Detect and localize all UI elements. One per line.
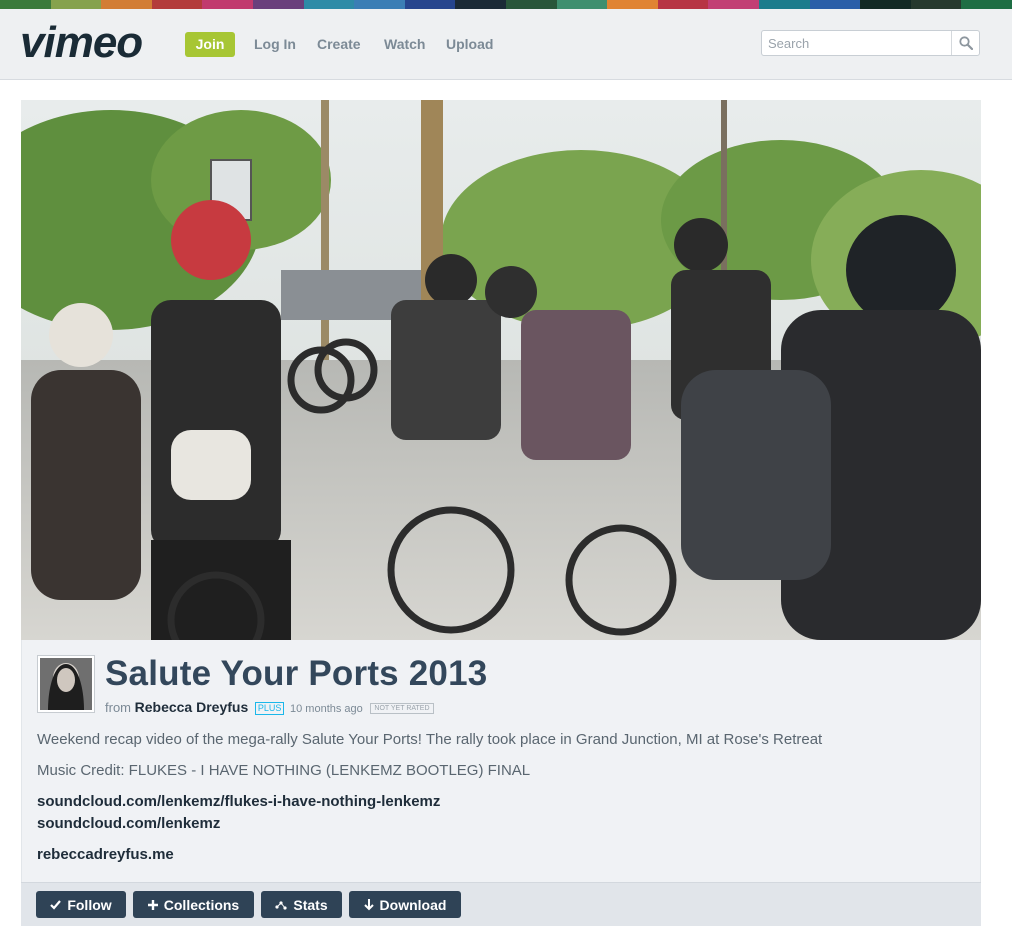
video-player[interactable] <box>21 100 981 640</box>
stripe-segment <box>404 0 456 9</box>
search-input[interactable] <box>762 31 964 55</box>
collections-label: Collections <box>163 896 240 913</box>
time-ago: 10 months ago <box>290 703 363 715</box>
stripe-segment <box>860 0 911 9</box>
link-soundcloud-profile[interactable]: soundcloud.com/lenkemz <box>37 815 220 832</box>
stripe-segment <box>252 0 304 9</box>
video-info-panel: Salute Your Ports 2013 from Rebecca Drey… <box>21 640 981 882</box>
search-icon <box>958 36 973 50</box>
follow-button[interactable]: Follow <box>36 891 126 918</box>
author-avatar-image <box>40 658 92 710</box>
byline: from Rebecca Dreyfus PLUS 10 months ago … <box>105 699 434 715</box>
download-button[interactable]: Download <box>349 891 461 918</box>
stats-label: Stats <box>293 896 328 913</box>
check-icon <box>50 899 62 910</box>
stripe-segment <box>50 0 102 9</box>
download-label: Download <box>379 896 447 913</box>
svg-text:vimeo: vimeo <box>20 19 142 67</box>
video-description: Weekend recap video of the mega-rally Sa… <box>37 731 823 748</box>
stats-button[interactable]: Stats <box>261 891 342 918</box>
nav-watch[interactable]: Watch <box>384 32 425 57</box>
stripe-segment <box>354 0 405 9</box>
rating-badge[interactable]: NOT YET RATED <box>370 703 434 714</box>
search-button[interactable] <box>951 31 979 55</box>
video-title: Salute Your Ports 2013 <box>105 654 488 693</box>
follow-label: Follow <box>67 896 112 913</box>
stripe-segment <box>0 0 51 9</box>
nav-log-in[interactable]: Log In <box>254 32 296 57</box>
stripe-segment <box>657 0 709 9</box>
plus-icon <box>147 899 158 910</box>
color-stripe <box>0 0 1012 9</box>
download-icon <box>363 898 374 911</box>
stripe-segment <box>556 0 608 9</box>
link-soundcloud-track[interactable]: soundcloud.com/lenkemz/flukes-i-have-not… <box>37 793 440 810</box>
stripe-segment <box>455 0 506 9</box>
nav-upload[interactable]: Upload <box>446 32 493 57</box>
search-box <box>761 30 980 56</box>
nav-create[interactable]: Create <box>317 32 361 57</box>
join-button[interactable]: Join <box>185 32 235 57</box>
stripe-segment <box>809 0 861 9</box>
stripe-segment <box>303 0 355 9</box>
music-credit: Music Credit: FLUKES - I HAVE NOTHING (L… <box>37 762 531 779</box>
stripe-segment <box>607 0 658 9</box>
avatar[interactable] <box>37 655 95 713</box>
from-label: from <box>105 700 131 715</box>
plus-badge[interactable]: PLUS <box>254 702 285 715</box>
stats-icon <box>275 900 287 910</box>
video-thumbnail <box>21 100 981 640</box>
author-link[interactable]: Rebecca Dreyfus <box>135 699 249 715</box>
stripe-segment <box>505 0 557 9</box>
stripe-segment <box>758 0 810 9</box>
action-bar: Follow Collections Stats Download <box>21 882 981 926</box>
link-website[interactable]: rebeccadreyfus.me <box>37 846 174 863</box>
collections-button[interactable]: Collections <box>133 891 254 918</box>
stripe-segment <box>101 0 152 9</box>
stripe-segment <box>202 0 253 9</box>
stripe-segment <box>708 0 759 9</box>
vimeo-logo[interactable]: vimeo <box>20 19 162 69</box>
stripe-segment <box>151 0 203 9</box>
stripe-segment <box>910 0 962 9</box>
top-header: vimeo Join Log In Create Watch Upload <box>0 9 1012 80</box>
stripe-segment <box>961 0 1012 9</box>
